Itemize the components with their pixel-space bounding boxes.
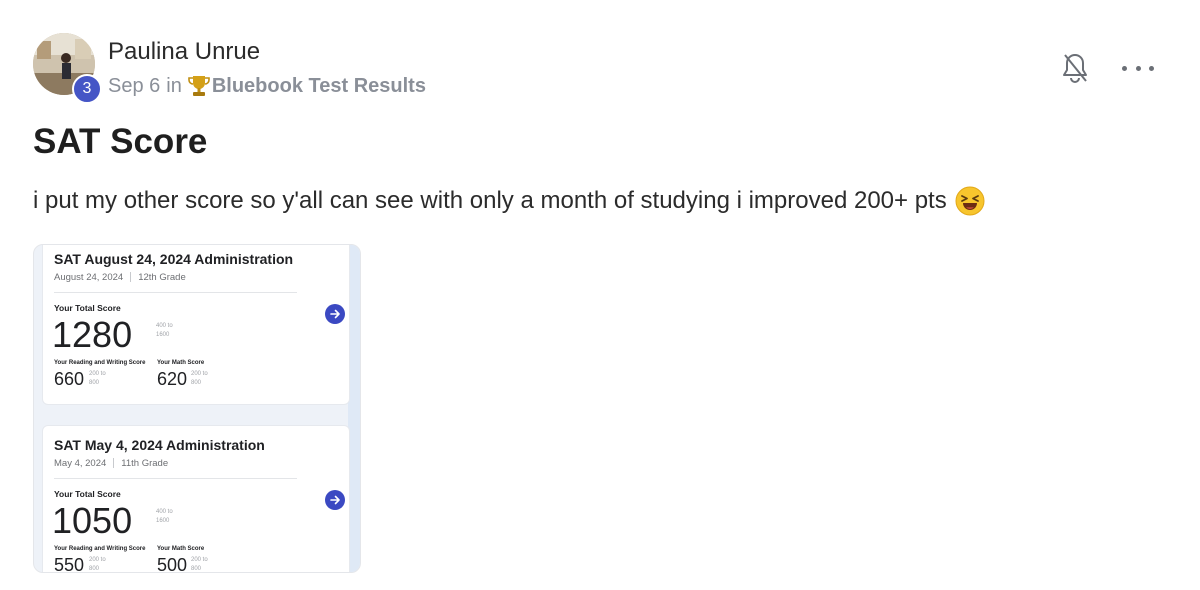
- range-start: 200 to: [191, 557, 208, 563]
- laughing-emoji-icon: [955, 186, 985, 216]
- rw-score-range: 200 to 800: [89, 556, 117, 572]
- rw-score-label: Your Reading and Writing Score: [54, 360, 146, 366]
- divider: [113, 458, 115, 468]
- total-score: 1050: [52, 500, 133, 541]
- range-end: 1600: [156, 332, 170, 338]
- total-score: 1280: [52, 314, 133, 355]
- bell-off-icon[interactable]: [1061, 52, 1089, 84]
- arrow-right-icon[interactable]: [325, 304, 345, 324]
- dot-icon: [1149, 65, 1154, 71]
- range-end: 800: [89, 566, 100, 572]
- range-end: 1600: [156, 518, 170, 524]
- range-start: 200 to: [89, 557, 106, 563]
- card-subtitle: August 24, 2024 12th Grade: [54, 272, 186, 283]
- divider: [54, 292, 297, 293]
- group-link[interactable]: Bluebook Test Results: [212, 75, 426, 98]
- math-score-range: 200 to 800: [191, 370, 219, 388]
- range-start: 200 to: [191, 371, 208, 377]
- post-body: i put my other score so y'all can see wi…: [33, 186, 985, 216]
- math-score-label: Your Math Score: [157, 360, 205, 366]
- image-attachment[interactable]: SAT August 24, 2024 Administration Augus…: [33, 244, 361, 573]
- post-meta: Sep 6 in Bluebook Test Results: [108, 74, 426, 98]
- post-date[interactable]: Sep 6: [108, 75, 160, 98]
- dot-icon: [1135, 65, 1141, 71]
- level-badge: 3: [72, 74, 102, 104]
- card-title: SAT May 4, 2024 Administration: [54, 437, 265, 453]
- trophy-icon: [188, 74, 210, 98]
- total-score-range: 400 to 1600: [156, 322, 184, 340]
- meta-in-text: in: [166, 74, 182, 97]
- score-card: SAT August 24, 2024 Administration Augus…: [42, 245, 350, 405]
- rw-score: 550: [54, 555, 85, 573]
- card-grade: 12th Grade: [138, 272, 186, 283]
- dot-icon: [1122, 65, 1127, 71]
- divider: [54, 478, 297, 479]
- rw-score: 660: [54, 369, 85, 389]
- arrow-right-icon[interactable]: [325, 490, 345, 510]
- card-date: August 24, 2024: [54, 272, 124, 283]
- math-score-label: Your Math Score: [157, 546, 205, 552]
- total-score-label: Your Total Score: [54, 489, 121, 499]
- math-score: 500: [157, 555, 188, 573]
- card-subtitle: May 4, 2024 11th Grade: [54, 458, 168, 469]
- total-score-range: 400 to 1600: [156, 508, 184, 526]
- more-options-icon[interactable]: [1122, 56, 1154, 80]
- range-start: 200 to: [89, 371, 106, 377]
- author-avatar-wrap[interactable]: 3: [33, 33, 102, 104]
- range-start: 400 to: [156, 509, 173, 515]
- author-name[interactable]: Paulina Unrue: [108, 38, 260, 66]
- total-score-label: Your Total Score: [54, 303, 121, 313]
- range-start: 400 to: [156, 323, 173, 329]
- range-end: 800: [191, 380, 202, 386]
- card-grade: 11th Grade: [121, 458, 169, 469]
- card-title: SAT August 24, 2024 Administration: [54, 251, 294, 267]
- math-score: 620: [157, 369, 188, 389]
- math-score-range: 200 to 800: [191, 556, 219, 572]
- rw-score-range: 200 to 800: [89, 370, 117, 388]
- divider: [130, 272, 132, 282]
- range-end: 800: [191, 566, 202, 572]
- post-title: SAT Score: [33, 122, 208, 161]
- range-end: 800: [89, 380, 100, 386]
- score-card: SAT May 4, 2024 Administration May 4, 20…: [42, 425, 350, 573]
- card-date: May 4, 2024: [54, 458, 107, 469]
- rw-score-label: Your Reading and Writing Score: [54, 546, 146, 552]
- post-body-text: i put my other score so y'all can see wi…: [33, 187, 947, 214]
